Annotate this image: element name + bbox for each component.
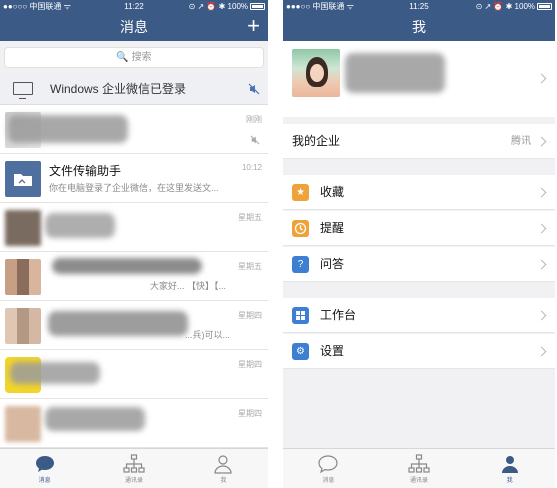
chevron-right-icon bbox=[536, 73, 547, 84]
chat-bubble-icon bbox=[318, 455, 338, 474]
chevron-right-icon bbox=[536, 223, 547, 234]
reminders-row[interactable]: 提醒 bbox=[283, 211, 555, 246]
org-chart-icon bbox=[123, 454, 145, 473]
conversation-item[interactable]: 星期四 bbox=[0, 350, 268, 399]
me-screen: ●●●○○ 中国联通 ᯤ 11:25 ⊙ ↗ ⏰ ✱ 100% 我 我的企业 腾… bbox=[283, 0, 555, 488]
tab-label: 消息 bbox=[38, 478, 51, 484]
row-label: 收藏 bbox=[320, 185, 345, 199]
folder-avatar bbox=[5, 161, 41, 197]
nav-bar: 我 bbox=[283, 13, 555, 41]
conversation-time: 刚刚 bbox=[246, 115, 262, 124]
messages-screen: ●●○○○ 中国联通 ᯤ 11:22 ⊙ ↗ ⏰ ✱ 100% 消息 + 🔍 搜… bbox=[0, 0, 268, 488]
favorites-row[interactable]: ★ 收藏 bbox=[283, 175, 555, 210]
avatar bbox=[5, 210, 41, 246]
tab-bar: 消息 通讯录 我 bbox=[283, 448, 555, 488]
battery-percent: ⊙ ↗ ⏰ ✱ 100% bbox=[475, 2, 535, 11]
page-title: 我 bbox=[412, 19, 426, 35]
conversation-time: 10:12 bbox=[241, 163, 262, 172]
conversation-time: 星期五 bbox=[238, 262, 262, 271]
tab-label: 通讯录 bbox=[410, 478, 429, 484]
profile-card[interactable] bbox=[283, 41, 555, 117]
tab-label: 消息 bbox=[322, 478, 335, 484]
gear-icon: ⚙ bbox=[292, 343, 309, 360]
nav-bar: 消息 + bbox=[0, 13, 268, 41]
add-button[interactable]: + bbox=[247, 13, 260, 39]
row-label: 我的企业 bbox=[292, 134, 341, 148]
monitor-icon bbox=[13, 82, 33, 99]
settings-row[interactable]: ⚙ 设置 bbox=[283, 334, 555, 369]
grid-icon bbox=[292, 307, 309, 324]
conversation-time: 星期五 bbox=[238, 213, 262, 222]
group-avatar bbox=[5, 259, 41, 295]
conversation-item[interactable]: 文件传输助手 你在电脑登录了企业微信，在这里发送文... 10:12 bbox=[0, 154, 268, 203]
tab-messages[interactable]: 消息 bbox=[0, 449, 89, 488]
chevron-right-icon bbox=[536, 259, 547, 270]
battery-icon bbox=[537, 3, 552, 10]
conversation-time: 星期四 bbox=[238, 311, 262, 320]
search-bar: 🔍 搜索 bbox=[0, 41, 268, 74]
conversation-item[interactable]: ...兵)可以... 星期四 bbox=[0, 301, 268, 350]
group-avatar bbox=[5, 308, 41, 344]
person-icon bbox=[214, 455, 232, 474]
tab-label: 我 bbox=[220, 478, 227, 484]
conversation-time: 星期四 bbox=[238, 409, 262, 418]
battery-percent: ⊙ ↗ ⏰ ✱ 100% bbox=[188, 2, 248, 11]
conversation-time: 星期四 bbox=[238, 360, 262, 369]
conversation-title: 文件传输助手 bbox=[49, 164, 122, 178]
org-chart-icon bbox=[408, 454, 430, 473]
person-icon bbox=[501, 456, 518, 473]
row-label: 问答 bbox=[320, 257, 345, 271]
question-icon: ? bbox=[292, 256, 309, 273]
profile-photo bbox=[292, 49, 340, 97]
workbench-row[interactable]: 工作台 bbox=[283, 298, 555, 333]
my-enterprise-row[interactable]: 我的企业 腾讯 bbox=[283, 124, 555, 159]
enterprise-name: 腾讯 bbox=[511, 136, 531, 147]
clock-icon bbox=[292, 220, 309, 237]
conversation-item[interactable]: 星期四 bbox=[0, 399, 268, 448]
conversation-item[interactable]: 刚刚 bbox=[0, 105, 268, 154]
tab-me[interactable]: 我 bbox=[464, 449, 555, 488]
tab-bar: 消息 通讯录 我 bbox=[0, 448, 268, 488]
tab-me[interactable]: 我 bbox=[179, 449, 268, 488]
chevron-right-icon bbox=[536, 187, 547, 198]
tab-messages[interactable]: 消息 bbox=[283, 449, 374, 488]
mute-icon bbox=[248, 83, 260, 95]
search-input[interactable]: 🔍 搜索 bbox=[4, 47, 264, 68]
tab-contacts[interactable]: 通讯录 bbox=[374, 449, 465, 488]
mute-icon bbox=[250, 132, 260, 150]
row-label: 工作台 bbox=[320, 308, 357, 322]
chevron-right-icon bbox=[536, 310, 547, 321]
chevron-right-icon bbox=[536, 346, 547, 357]
qa-row[interactable]: ? 问答 bbox=[283, 247, 555, 282]
star-icon: ★ bbox=[292, 184, 309, 201]
conversation-preview: ...兵)可以... bbox=[185, 330, 231, 340]
tab-label: 我 bbox=[506, 478, 513, 484]
status-bar: ●●○○○ 中国联通 ᯤ 11:22 ⊙ ↗ ⏰ ✱ 100% bbox=[0, 0, 268, 13]
chevron-right-icon bbox=[536, 136, 547, 147]
status-bar: ●●●○○ 中国联通 ᯤ 11:25 ⊙ ↗ ⏰ ✱ 100% bbox=[283, 0, 555, 13]
battery-icon bbox=[250, 3, 265, 10]
conversation-preview: 大家好... 【快】【... bbox=[150, 281, 227, 291]
avatar bbox=[5, 406, 41, 442]
row-label: 设置 bbox=[320, 344, 345, 358]
login-notice[interactable]: Windows 企业微信已登录 bbox=[0, 74, 268, 105]
row-label: 提醒 bbox=[320, 221, 345, 235]
tab-contacts[interactable]: 通讯录 bbox=[89, 449, 178, 488]
conversation-item[interactable]: 大家好... 【快】【... 星期五 bbox=[0, 252, 268, 301]
chat-bubble-icon bbox=[35, 456, 54, 472]
tab-label: 通讯录 bbox=[124, 478, 143, 484]
conversation-item[interactable]: 星期五 bbox=[0, 203, 268, 252]
conversation-preview: 你在电脑登录了企业微信，在这里发送文... bbox=[49, 183, 219, 193]
login-notice-text: Windows 企业微信已登录 bbox=[50, 82, 187, 96]
page-title: 消息 bbox=[120, 19, 148, 35]
